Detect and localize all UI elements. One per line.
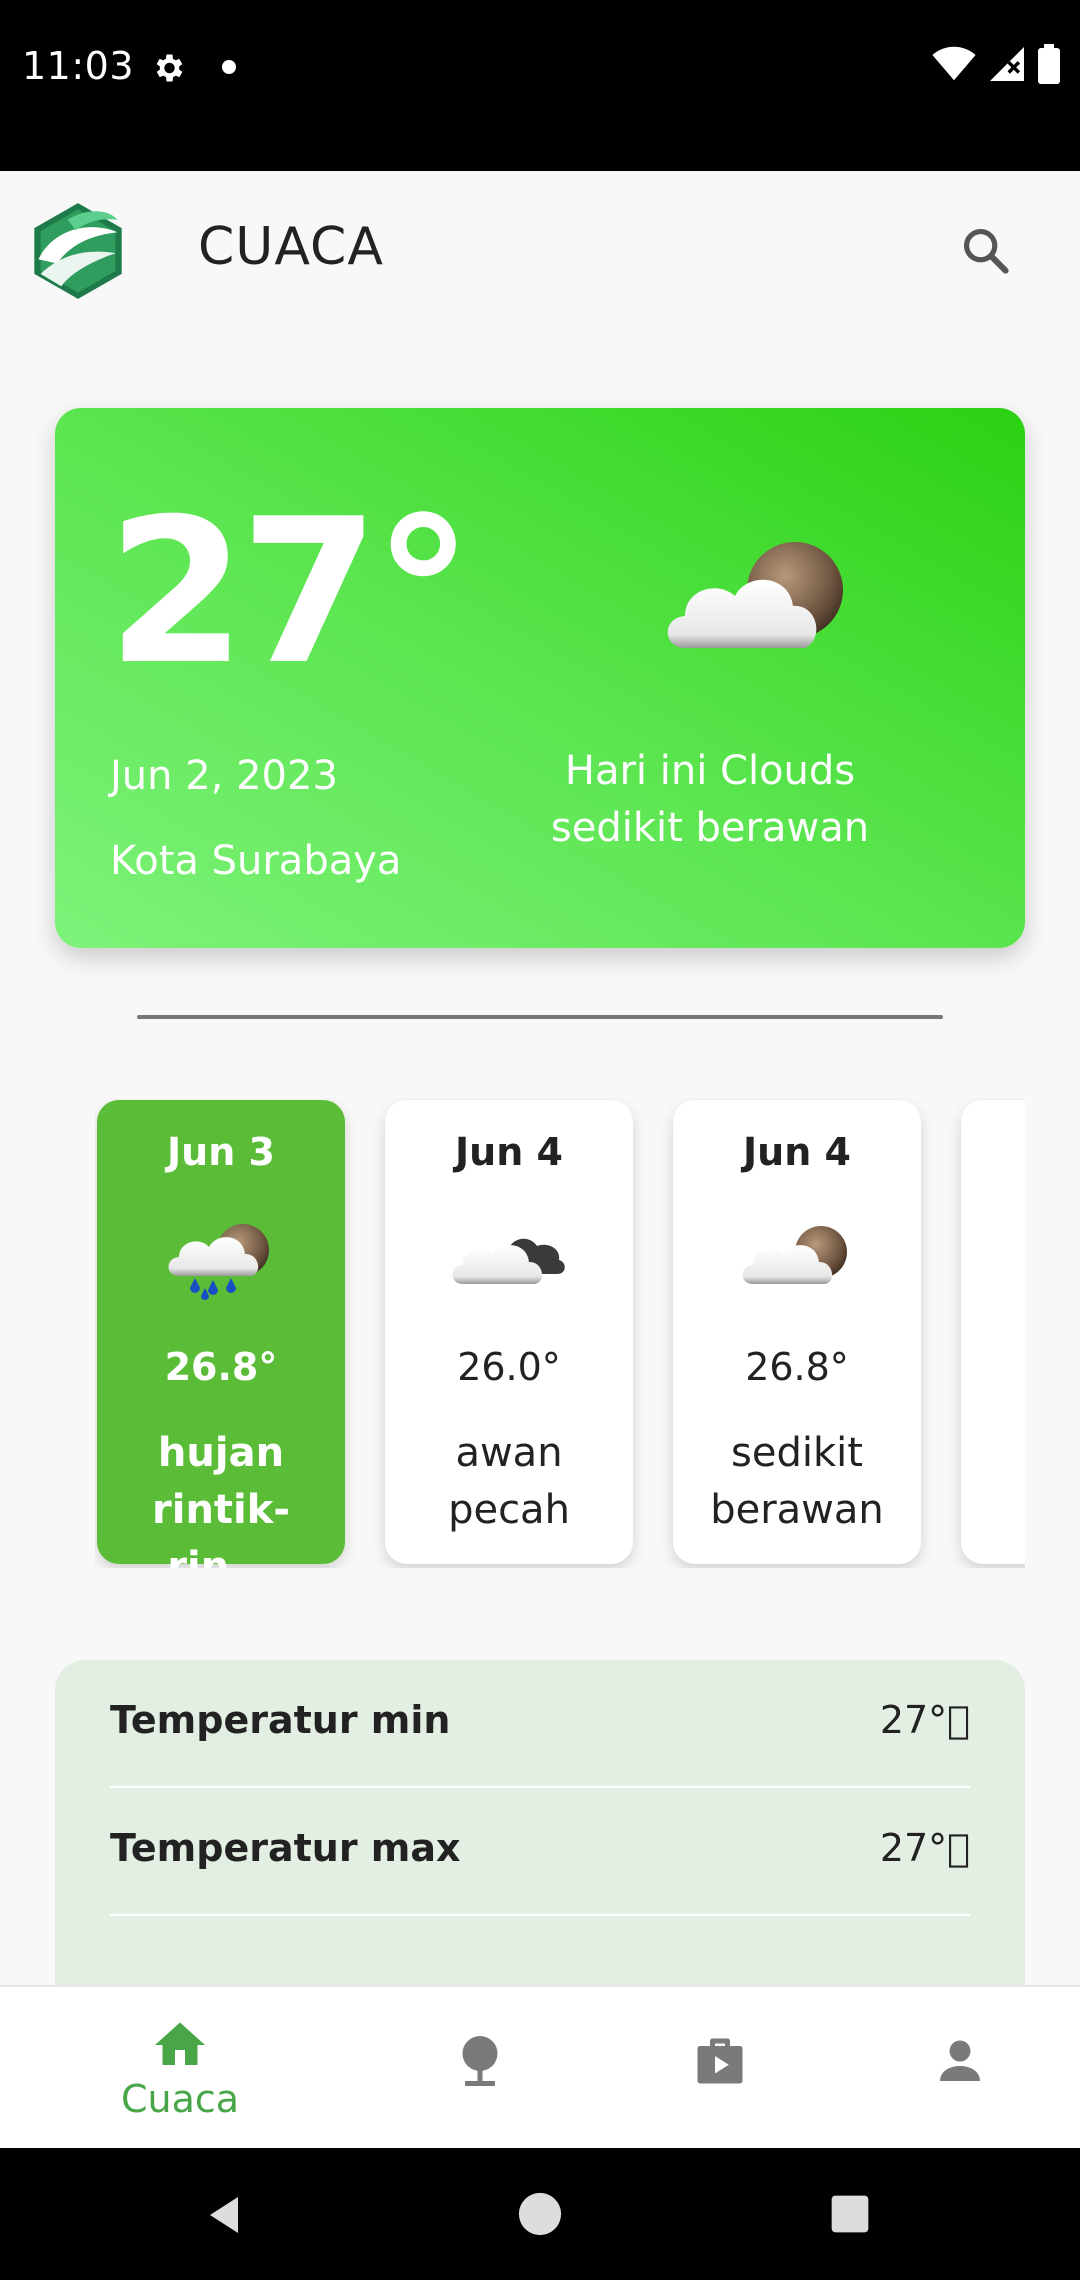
forecast-date: Jun 4 <box>455 1130 563 1174</box>
detail-value: 27°⃞ <box>879 1698 970 1742</box>
home-circle-icon[interactable] <box>517 2191 563 2237</box>
battery-icon <box>1038 44 1060 84</box>
nav-item-media[interactable] <box>680 1987 760 2150</box>
search-icon <box>963 228 1009 274</box>
few-clouds-icon <box>742 1226 847 1284</box>
home-icon <box>155 2022 205 2065</box>
forecast-card[interactable]: Jun 4 26.0° awan pecah <box>385 1100 633 1564</box>
recents-icon[interactable] <box>828 2192 872 2236</box>
forecast-temp: 26.8° <box>164 1345 278 1389</box>
nav-item-cuaca[interactable]: Cuaca <box>100 1987 260 2150</box>
forecast-card[interactable]: Jun 4 26.8° sedikit berawan <box>673 1100 921 1564</box>
detail-row-temp-max: Temperatur max 27°⃞ <box>110 1788 970 1916</box>
forecast-temp: 26.8° <box>745 1345 849 1389</box>
forecast-temp: 26.0° <box>457 1345 561 1389</box>
broken-clouds-icon <box>452 1238 565 1284</box>
current-temperature: 27° <box>107 476 473 709</box>
forecast-card[interactable]: Jun 3 26.8° hujan rintik-rin... <box>97 1100 345 1568</box>
forecast-date: Jun 4 <box>743 1130 851 1174</box>
rain-clouds-icon <box>168 1224 269 1300</box>
detail-label: Temperatur max <box>110 1826 461 1870</box>
video-case-icon <box>697 2038 743 2084</box>
detail-row-temp-min: Temperatur min 27°⃞ <box>110 1660 970 1788</box>
current-weather-card: 27° Jun 2, 2023 Kota Surabaya Hari ini C… <box>55 408 1025 948</box>
notification-dot-icon <box>222 60 236 74</box>
bottom-navigation: Cuaca <box>0 1985 1080 2148</box>
detail-value: 27°⃞ <box>879 1826 970 1870</box>
forecast-list[interactable]: Jun 3 26.8° hujan rintik-rin... Jun 4 26… <box>95 1098 1025 1568</box>
app-logo <box>34 203 122 299</box>
forecast-desc: hujan rintik-rin... <box>152 1430 290 1568</box>
section-divider <box>137 1015 943 1019</box>
current-date: Jun 2, 2023 <box>110 753 338 799</box>
system-navigation-bar <box>0 2148 1080 2280</box>
app-title: CUACA <box>198 217 384 277</box>
back-icon[interactable] <box>200 2190 248 2240</box>
few-clouds-icon <box>667 542 843 648</box>
nav-label: Cuaca <box>120 2077 240 2121</box>
status-time: 11:03 <box>22 44 135 88</box>
person-icon <box>940 2040 980 2081</box>
forecast-desc: awan pecah <box>448 1430 570 1533</box>
forecast-date: Jun 3 <box>167 1130 275 1174</box>
app-bar: CUACA <box>0 171 1080 331</box>
status-bar: 11:03 <box>0 0 1080 171</box>
detail-label: Temperatur min <box>110 1698 451 1742</box>
search-button[interactable] <box>950 215 1020 285</box>
nav-item-profile[interactable] <box>920 1987 1000 2150</box>
forecast-desc: sedikit berawan <box>710 1430 884 1533</box>
current-city: Kota Surabaya <box>110 838 402 884</box>
settings-gear-icon <box>156 54 183 82</box>
current-description: Hari ini Clouds sedikit berawan <box>550 748 870 851</box>
globe-pin-icon <box>462 2036 498 2086</box>
status-indicators <box>932 44 1060 84</box>
forecast-card-partial[interactable] <box>961 1100 1025 1564</box>
nav-item-explore[interactable] <box>440 1987 520 2150</box>
wifi-icon <box>932 46 976 81</box>
cell-signal-icon <box>990 47 1024 81</box>
